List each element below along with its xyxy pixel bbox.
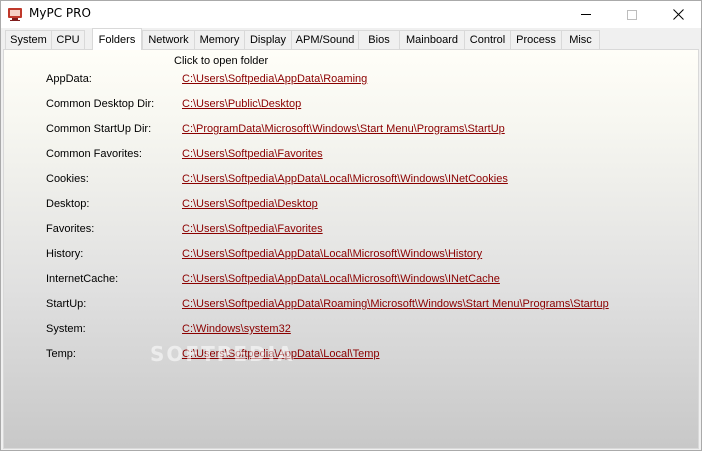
folder-label-temp: Temp: (46, 348, 76, 360)
folder-label-common-favorites: Common Favorites: (46, 148, 142, 160)
folder-link-system[interactable]: C:\Windows\system32 (182, 323, 291, 335)
tab-process[interactable]: Process (510, 30, 562, 49)
close-icon (672, 9, 684, 20)
minimize-icon (581, 14, 591, 15)
folder-link-common-startup[interactable]: C:\ProgramData\Microsoft\Windows\Start M… (182, 123, 505, 135)
folder-link-common-favorites[interactable]: C:\Users\Softpedia\Favorites (182, 148, 323, 160)
folders-panel: Click to open folder AppData: C:\Users\S… (3, 49, 699, 449)
tab-cpu[interactable]: CPU (51, 30, 85, 49)
tab-bios[interactable]: Bios (358, 30, 400, 49)
folder-link-cookies[interactable]: C:\Users\Softpedia\AppData\Local\Microso… (182, 173, 508, 185)
folder-label-history: History: (46, 248, 84, 260)
folder-link-favorites[interactable]: C:\Users\Softpedia\Favorites (182, 223, 323, 235)
folder-label-desktop: Desktop: (46, 198, 90, 210)
folder-link-internet-cache[interactable]: C:\Users\Softpedia\AppData\Local\Microso… (182, 273, 500, 285)
folder-label-system: System: (46, 323, 86, 335)
close-button[interactable] (655, 1, 701, 28)
folder-label-startup: StartUp: (46, 298, 87, 310)
folder-link-desktop[interactable]: C:\Users\Softpedia\Desktop (182, 198, 318, 210)
folder-label-favorites: Favorites: (46, 223, 95, 235)
tab-display[interactable]: Display (244, 30, 292, 49)
tab-mainboard[interactable]: Mainboard (399, 30, 465, 49)
folder-link-appdata[interactable]: C:\Users\Softpedia\AppData\Roaming (182, 73, 367, 85)
tab-strip: System CPU Folders Network Memory Displa… (1, 28, 701, 50)
folder-label-appdata: AppData: (46, 73, 92, 85)
tab-control[interactable]: Control (464, 30, 511, 49)
folder-label-common-startup: Common StartUp Dir: (46, 123, 152, 135)
folder-link-startup[interactable]: C:\Users\Softpedia\AppData\Roaming\Micro… (182, 298, 609, 310)
folder-link-common-desktop[interactable]: C:\Users\Public\Desktop (182, 98, 301, 110)
click-hint: Click to open folder (174, 55, 269, 67)
minimize-button[interactable] (563, 1, 609, 28)
app-window: MyPC PRO System CPU Folders Network Memo… (0, 0, 702, 451)
maximize-icon (627, 9, 637, 20)
tab-apm-sound[interactable]: APM/Sound (291, 30, 359, 49)
folder-label-internet-cache: InternetCache: (46, 273, 119, 285)
folder-link-history[interactable]: C:\Users\Softpedia\AppData\Local\Microso… (182, 248, 482, 260)
folder-label-common-desktop: Common Desktop Dir: (46, 98, 155, 110)
tab-folders[interactable]: Folders (92, 28, 142, 50)
folder-label-cookies: Cookies: (46, 173, 89, 185)
softpedia-watermark: SOFTPEDIA (150, 342, 295, 366)
maximize-button[interactable] (609, 1, 655, 28)
mypc-app-icon (7, 6, 23, 22)
tab-memory[interactable]: Memory (194, 30, 245, 49)
tab-misc[interactable]: Misc (561, 30, 600, 49)
tab-network[interactable]: Network (142, 30, 195, 49)
tab-system[interactable]: System (5, 30, 52, 49)
title-bar[interactable]: MyPC PRO (1, 1, 701, 28)
window-title: MyPC PRO (29, 6, 91, 20)
